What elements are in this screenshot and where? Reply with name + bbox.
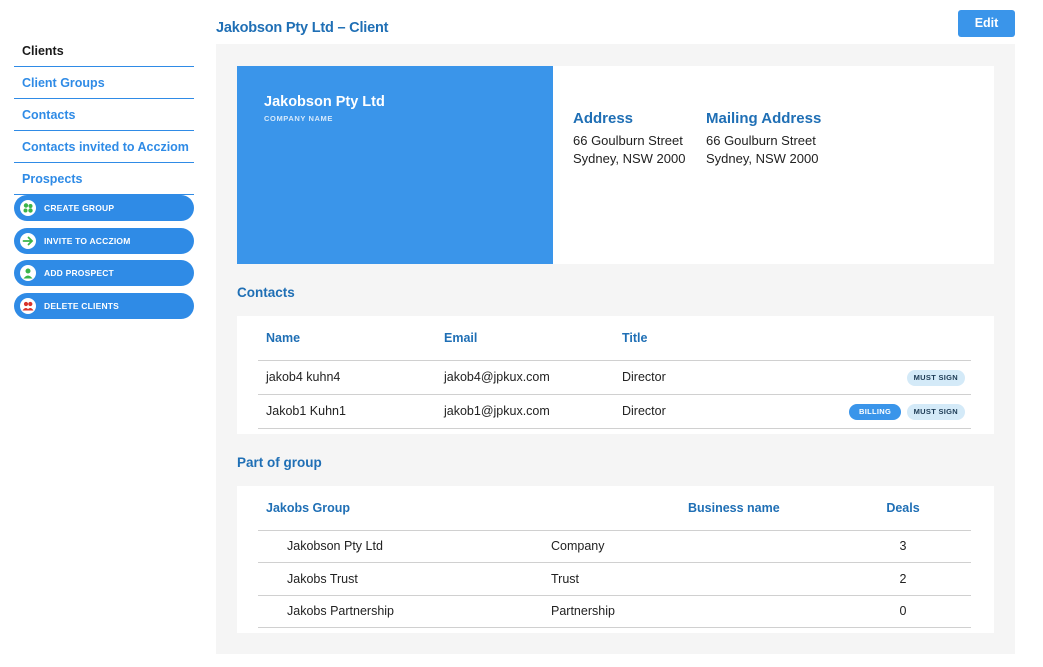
table-row[interactable]: jakob4 kuhn4 jakob4@jpkux.com Director M… <box>258 360 971 395</box>
contact-badges: BILLING MUST SIGN <box>764 394 971 429</box>
group-header-row: Jakobs Group Business name Deals <box>258 486 971 531</box>
sidebar: Clients Client Groups Contacts Contacts … <box>14 35 194 325</box>
column-header-group-name: Jakobs Group <box>258 486 543 531</box>
address-heading: Address <box>573 110 634 127</box>
group-member-type: Trust <box>543 562 835 596</box>
company-card: Jakobson Pty Ltd COMPANY NAME Address 66… <box>237 66 994 264</box>
table-row[interactable]: Jakob1 Kuhn1 jakob1@jpkux.com Director B… <box>258 394 971 429</box>
mailing-address-heading: Mailing Address <box>706 110 822 127</box>
company-name-caption: COMPANY NAME <box>264 114 334 123</box>
group-member-type: Partnership <box>543 595 835 628</box>
add-prospect-button[interactable]: ADD PROSPECT <box>14 260 194 286</box>
column-header-name: Name <box>258 316 436 361</box>
contact-name: jakob4 kuhn4 <box>258 360 436 395</box>
must-sign-badge: MUST SIGN <box>906 369 965 386</box>
sidebar-item-prospects[interactable]: Prospects <box>14 163 194 195</box>
sidebar-item-contacts-invited[interactable]: Contacts invited to Accziom <box>14 131 194 163</box>
group-member-name[interactable]: Jakobs Trust <box>258 562 543 596</box>
group-member-name[interactable]: Jakobs Partnership <box>258 595 543 628</box>
table-row[interactable]: Jakobs Partnership Partnership 0 <box>258 595 971 628</box>
group-section-title: Part of group <box>237 455 322 470</box>
column-header-email: Email <box>436 316 614 361</box>
contact-email[interactable]: jakob4@jpkux.com <box>436 360 614 395</box>
sidebar-item-clients[interactable]: Clients <box>14 35 194 67</box>
group-member-deals: 2 <box>835 562 971 596</box>
page-title: Jakobson Pty Ltd – Client <box>216 20 389 36</box>
group-icon <box>20 200 36 216</box>
must-sign-badge: MUST SIGN <box>906 403 965 420</box>
edit-button[interactable]: Edit <box>958 10 1015 37</box>
group-member-name[interactable]: Jakobson Pty Ltd <box>258 530 543 563</box>
contact-badges: MUST SIGN <box>764 360 971 395</box>
contacts-header-row: Name Email Title <box>258 316 971 361</box>
contact-title: Director <box>614 394 764 429</box>
column-header-title: Title <box>614 316 764 361</box>
group-table: Jakobs Group Business name Deals Jakobso… <box>258 486 971 628</box>
invite-to-accziom-button[interactable]: INVITE TO ACCZIOM <box>14 227 194 254</box>
column-header-badges <box>764 316 971 361</box>
create-group-label: CREATE GROUP <box>44 203 115 213</box>
contacts-section-title: Contacts <box>237 285 295 300</box>
column-header-deals: Deals <box>835 486 971 531</box>
contact-title: Director <box>614 360 764 395</box>
mailing-address-line-1: 66 Goulburn Street <box>706 133 816 148</box>
table-row[interactable]: Jakobs Trust Trust 2 <box>258 562 971 596</box>
group-card: Jakobs Group Business name Deals Jakobso… <box>237 486 994 633</box>
contact-email[interactable]: jakob1@jpkux.com <box>436 394 614 429</box>
group-member-deals: 3 <box>835 530 971 563</box>
group-member-type: Company <box>543 530 835 563</box>
group-member-deals: 0 <box>835 595 971 628</box>
create-group-button[interactable]: CREATE GROUP <box>14 195 194 221</box>
contacts-table: Name Email Title jakob4 kuhn4 jakob4@jpk… <box>258 316 971 429</box>
column-header-type <box>543 486 680 531</box>
address-block: Address 66 Goulburn Street Sydney, NSW 2… <box>573 110 685 168</box>
contact-name: Jakob1 Kuhn1 <box>258 394 436 429</box>
add-prospect-label: ADD PROSPECT <box>44 268 114 278</box>
company-name: Jakobson Pty Ltd <box>264 94 385 110</box>
sidebar-item-contacts[interactable]: Contacts <box>14 99 194 131</box>
contacts-card: Name Email Title jakob4 kuhn4 jakob4@jpk… <box>237 316 994 434</box>
arrow-right-icon <box>20 232 36 249</box>
sidebar-item-client-groups[interactable]: Client Groups <box>14 67 194 99</box>
client-detail-panel: Jakobson Pty Ltd COMPANY NAME Address 66… <box>216 44 1015 654</box>
table-row[interactable]: Jakobson Pty Ltd Company 3 <box>258 530 971 563</box>
column-header-business-name: Business name <box>680 486 835 531</box>
address-line-2: Sydney, NSW 2000 <box>573 151 686 166</box>
invite-to-accziom-label: INVITE TO ACCZIOM <box>44 235 131 246</box>
delete-clients-label: DELETE CLIENTS <box>44 300 120 311</box>
person-icon <box>20 265 36 281</box>
people-icon <box>20 297 36 314</box>
mailing-address-block: Mailing Address 66 Goulburn Street Sydne… <box>706 110 821 168</box>
delete-clients-button[interactable]: DELETE CLIENTS <box>14 292 194 319</box>
mailing-address-line-2: Sydney, NSW 2000 <box>706 151 819 166</box>
company-name-tile: Jakobson Pty Ltd COMPANY NAME <box>237 66 553 264</box>
billing-badge: BILLING <box>849 403 902 420</box>
address-line-1: 66 Goulburn Street <box>573 133 683 148</box>
